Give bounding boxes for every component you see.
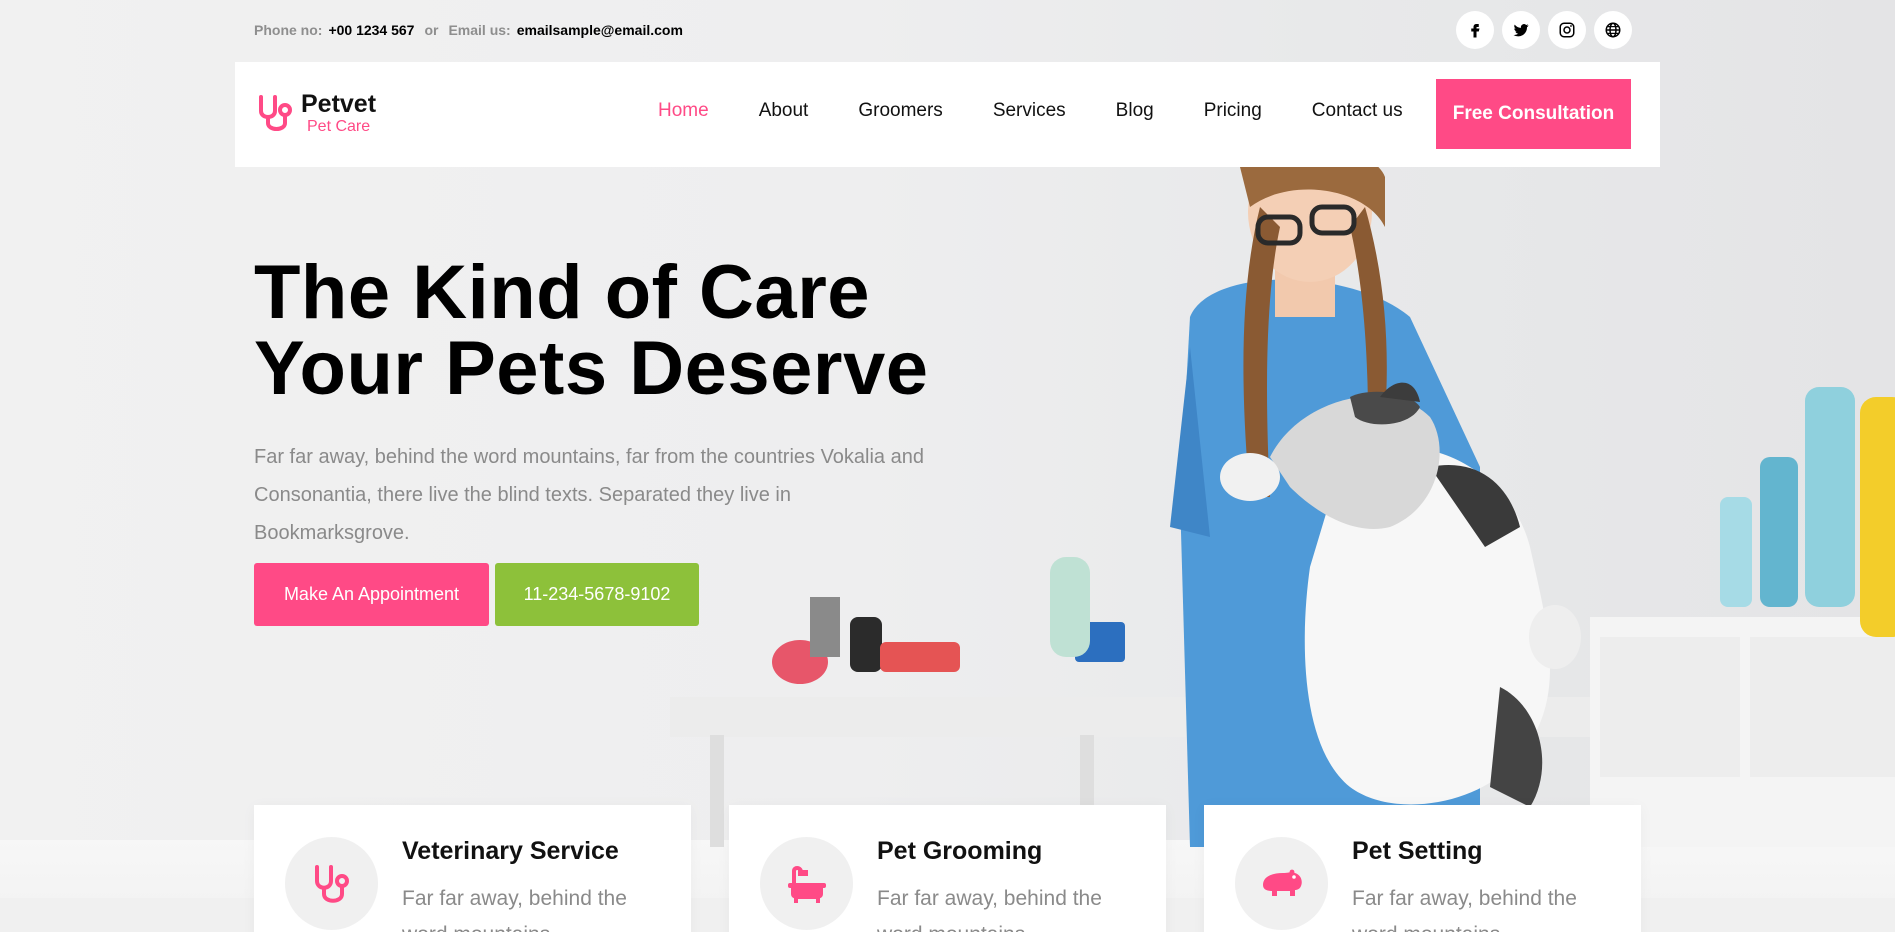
email-link[interactable]: emailsample@email.com [517, 22, 683, 38]
contact-bar: Phone no: +00 1234 567 or Email us: emai… [254, 20, 683, 40]
nav-contact[interactable]: Contact us [1312, 100, 1403, 122]
social-links [1456, 11, 1632, 49]
nav-services[interactable]: Services [993, 100, 1066, 122]
service-title: Veterinary Service [402, 837, 619, 865]
hero-headline-line1: The Kind of Care [254, 250, 871, 335]
service-card-veterinary[interactable]: Veterinary Service Far far away, behind … [254, 805, 691, 932]
primary-menu: Home About Groomers Services Blog Pricin… [658, 100, 1453, 122]
nav-groomers[interactable]: Groomers [858, 100, 942, 122]
nav-pricing[interactable]: Pricing [1204, 100, 1262, 122]
brand-tagline: Pet Care [307, 118, 371, 135]
twitter-icon [1513, 24, 1529, 37]
nav-home[interactable]: Home [658, 100, 709, 122]
phone-number-link[interactable]: +00 1234 567 [328, 22, 414, 38]
service-icon-circle [1235, 837, 1328, 930]
twitter-link[interactable] [1502, 11, 1540, 49]
service-icon-circle [760, 837, 853, 930]
facebook-icon [1471, 24, 1480, 38]
hippo-icon [1262, 869, 1302, 896]
stethoscope-logo-icon [259, 94, 292, 131]
service-text: Far far away, behind the word mountains [1352, 887, 1577, 932]
hero-headline: The Kind of Care Your Pets Deserve [254, 255, 954, 407]
hero-description: Far far away, behind the word mountains,… [254, 446, 924, 544]
instagram-icon [1559, 22, 1575, 38]
service-text: Far far away, behind the word mountains [877, 887, 1102, 932]
bathtub-icon [787, 865, 826, 903]
nav-about[interactable]: About [759, 100, 809, 122]
service-text: Far far away, behind the word mountains [402, 887, 627, 932]
email-label: Email us: [448, 22, 511, 38]
brand-name: Petvet [301, 90, 377, 118]
website-link[interactable] [1594, 11, 1632, 49]
service-card-setting[interactable]: Pet Setting Far far away, behind the wor… [1204, 805, 1641, 932]
stethoscope-icon [314, 864, 349, 903]
service-title: Pet Grooming [877, 837, 1043, 865]
phone-call-button[interactable]: 11-234-5678-9102 [495, 563, 699, 626]
make-appointment-button[interactable]: Make An Appointment [254, 563, 489, 626]
brand-logo[interactable]: Petvet Pet Care [255, 92, 376, 135]
or-separator: or [424, 22, 439, 38]
phone-label: Phone no: [254, 22, 323, 38]
nav-blog[interactable]: Blog [1116, 100, 1154, 122]
service-card-grooming[interactable]: Pet Grooming Far far away, behind the wo… [729, 805, 1166, 932]
globe-icon [1605, 22, 1621, 38]
service-icon-circle [285, 837, 378, 930]
instagram-link[interactable] [1548, 11, 1586, 49]
service-title: Pet Setting [1352, 837, 1483, 865]
hero-headline-line2: Your Pets Deserve [254, 326, 929, 411]
free-consultation-button[interactable]: Free Consultation [1436, 79, 1631, 149]
main-navbar: Petvet Pet Care Home About Groomers Serv… [235, 62, 1660, 167]
facebook-link[interactable] [1456, 11, 1494, 49]
